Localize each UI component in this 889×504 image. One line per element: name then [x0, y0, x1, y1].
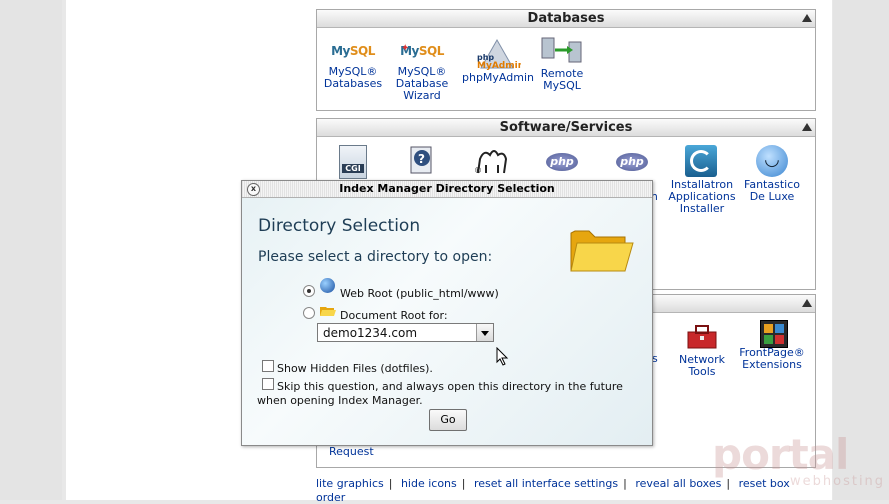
- fantastico-label: Fantastico De Luxe: [744, 178, 800, 203]
- right-background: [833, 0, 889, 500]
- collapse-triangle-icon[interactable]: [802, 123, 812, 131]
- phpmyadmin-label: phpMyAdmin: [462, 71, 534, 84]
- mysql-icon: MySQL: [331, 44, 375, 58]
- phpmyadmin-icon: php MyAdmin: [473, 38, 524, 71]
- fantastico-link[interactable]: Fantastico De Luxe: [737, 179, 807, 203]
- mysql-wizard-label: MySQL® Database Wizard: [395, 65, 449, 102]
- reveal-boxes-link[interactable]: reveal all boxes: [635, 477, 721, 490]
- document-help-icon[interactable]: ?: [407, 145, 433, 175]
- close-icon[interactable]: x: [247, 183, 260, 196]
- frontpage-label: FrontPage® Extensions: [739, 346, 805, 371]
- frontpage-icon[interactable]: [760, 320, 788, 348]
- chevron-down-icon[interactable]: [476, 324, 493, 341]
- watermark-logo: portal: [712, 430, 849, 479]
- domain-select[interactable]: demo1234.com: [317, 323, 494, 342]
- cgi-icon[interactable]: CGI: [339, 145, 367, 179]
- frontpage-link[interactable]: FrontPage® Extensions: [737, 347, 807, 371]
- domain-select-value: demo1234.com: [323, 326, 418, 340]
- network-tools-link[interactable]: Network Tools: [667, 354, 737, 378]
- dialog-prompt: Please select a directory to open:: [258, 249, 493, 265]
- remote-mysql-link[interactable]: Remote MySQL: [527, 36, 597, 92]
- remote-mysql-icon: [539, 36, 585, 66]
- php-icon[interactable]: php: [546, 153, 578, 171]
- network-tools-label: Network Tools: [679, 353, 725, 378]
- databases-panel-title: Databases: [527, 11, 605, 26]
- svg-text:®: ®: [474, 166, 482, 175]
- hide-icons-link[interactable]: hide icons: [401, 477, 457, 490]
- svg-text:?: ?: [418, 152, 425, 166]
- perl-camel-icon[interactable]: ®: [474, 143, 510, 177]
- software-panel-header[interactable]: Software/Services: [317, 119, 815, 137]
- dialog-titlebar[interactable]: x Index Manager Directory Selection: [242, 181, 652, 198]
- databases-panel-header[interactable]: Databases: [317, 10, 815, 28]
- go-button[interactable]: Go: [429, 409, 467, 431]
- collapse-triangle-icon[interactable]: [802, 299, 812, 307]
- fantastico-icon[interactable]: ◡: [756, 145, 788, 177]
- show-hidden-checkbox[interactable]: [262, 360, 274, 372]
- web-root-radio[interactable]: [303, 285, 315, 297]
- web-root-label[interactable]: Web Root (public_html/www): [340, 287, 499, 300]
- skip-question-label[interactable]: Skip this question, and always open this…: [257, 380, 627, 408]
- mysql-databases-link[interactable]: MySQL MySQL® Databases: [318, 38, 388, 90]
- installatron-icon[interactable]: [685, 145, 717, 177]
- lite-graphics-link[interactable]: lite graphics: [316, 477, 384, 490]
- left-background: [0, 0, 62, 500]
- remote-mysql-label: Remote MySQL: [540, 67, 584, 92]
- open-folder-icon: [320, 302, 336, 316]
- watermark-subtext: webhosting: [790, 474, 886, 489]
- directory-selection-dialog: x Index Manager Directory Selection Dire…: [241, 180, 653, 446]
- mysql-wizard-icon: MySQL ✦: [400, 43, 444, 58]
- collapse-triangle-icon[interactable]: [802, 14, 812, 22]
- folder-icon: [567, 219, 637, 279]
- mouse-cursor-icon: [496, 346, 510, 367]
- reset-interface-link[interactable]: reset all interface settings: [474, 477, 618, 490]
- svg-text:MyAdmin: MyAdmin: [477, 61, 521, 70]
- request-link[interactable]: Request: [329, 445, 374, 458]
- mysql-wizard-link[interactable]: MySQL ✦ MySQL® Database Wizard: [387, 38, 457, 102]
- php-icon[interactable]: php: [616, 153, 648, 171]
- mysql-databases-label: MySQL® Databases: [323, 65, 383, 90]
- dialog-title: Index Manager Directory Selection: [339, 182, 555, 195]
- toolbox-icon[interactable]: [686, 322, 718, 350]
- show-hidden-label[interactable]: Show Hidden Files (dotfiles).: [277, 362, 433, 375]
- document-root-radio[interactable]: [303, 307, 315, 319]
- dialog-heading: Directory Selection: [258, 216, 421, 236]
- software-panel-title: Software/Services: [499, 120, 633, 135]
- globe-icon: [320, 278, 335, 293]
- reset-box-order-link[interactable]: order: [316, 491, 345, 504]
- document-root-label[interactable]: Document Root for:: [340, 309, 448, 322]
- phpmyadmin-link[interactable]: php MyAdmin phpMyAdmin: [462, 38, 534, 84]
